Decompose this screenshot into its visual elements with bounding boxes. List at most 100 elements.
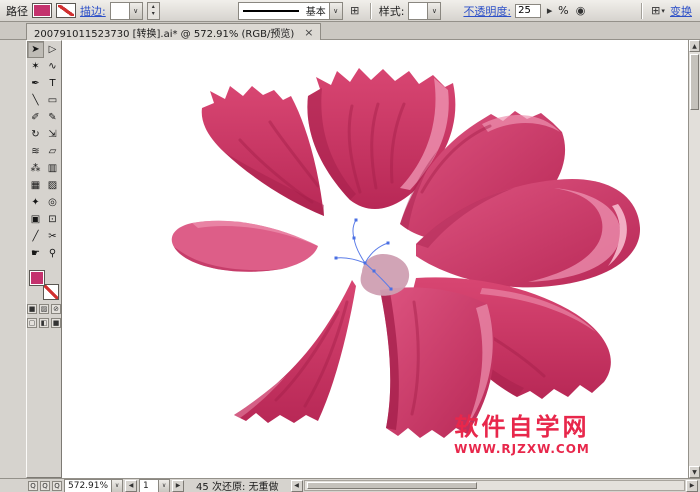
hscroll-track[interactable]	[303, 480, 685, 491]
type-tool[interactable]: T	[44, 75, 61, 92]
scroll-left-icon[interactable]: ◀	[290, 479, 303, 492]
petal-upper-left[interactable]	[201, 86, 324, 216]
status-zoom-button-1[interactable]: Q	[28, 480, 38, 491]
rotate-tool[interactable]: ↻	[27, 126, 44, 143]
brush-options-icon[interactable]: ⊞	[347, 3, 363, 19]
opacity-panel-link[interactable]: 不透明度:	[463, 3, 511, 19]
document-title: 200791011523730 [转换].ai* @ 572.91% (RGB/…	[34, 28, 295, 40]
mesh-tool[interactable]: ▦	[27, 177, 44, 194]
chevron-down-icon[interactable]: ∨	[328, 2, 342, 19]
horizontal-scrollbar[interactable]: ◀ ▶	[290, 479, 698, 492]
scroll-right-icon[interactable]: ▶	[686, 479, 698, 492]
direct-selection-tool[interactable]: ▷	[44, 41, 61, 58]
gradient-tool[interactable]: ▨	[44, 177, 61, 194]
grid-menu-icon: ⊞	[651, 4, 661, 17]
selection-type-label: 路径	[6, 4, 28, 18]
color-button[interactable]: ■	[27, 304, 37, 314]
status-zoom-button-3[interactable]: Q	[52, 480, 62, 491]
flower-artwork	[171, 68, 641, 438]
selection-tool[interactable]: ➤	[27, 41, 44, 58]
petal-bottom-left[interactable]	[234, 280, 356, 423]
watermark-url: WWW.RJZXW.COM	[454, 442, 590, 457]
flower-center[interactable]	[360, 253, 410, 296]
screen-mode-normal-button[interactable]: ▢	[27, 318, 37, 328]
align-panel-button[interactable]: ⊞ ▾	[650, 3, 666, 19]
recolor-artwork-icon[interactable]: ◉	[573, 3, 589, 19]
opacity-stepper-icon[interactable]: ▸	[545, 3, 554, 19]
history-status: 45 次还原: 无重做	[196, 482, 279, 492]
stroke-color-swatch[interactable]	[56, 3, 76, 18]
divider	[369, 2, 372, 19]
hscroll-thumb[interactable]	[306, 482, 478, 489]
close-icon[interactable]: ×	[304, 27, 313, 38]
paintbrush-tool[interactable]: ✐	[27, 109, 44, 126]
transform-panel-link[interactable]: 变换	[670, 3, 692, 19]
stroke-weight-combo[interactable]: ∨	[109, 1, 143, 20]
slice-tool[interactable]: ╱	[27, 228, 44, 245]
live-paint-bucket-tool[interactable]: ▣	[27, 211, 44, 228]
style-label: 样式:	[378, 4, 405, 18]
vertical-scrollbar[interactable]: ▲ ▼	[688, 40, 700, 478]
control-bar: 路径 描边: ∨ ▴ ▾ 基本 ∨ ⊞ 样式: ∨ 不透明度: ▸ % ◉	[0, 0, 700, 22]
toolbar: ➤ ▷ ✶ ∿ ✒ T ╲ ▭ ✐ ✎ ↻ ⇲ ≋ ▱ ⁂ ▥ ▦ ▨ ✦ ◎ ▣ ⊡ ╱ ✂ ☛ ⚲ ■ ▨ ⊘ ▢ ◧ ■	[26, 40, 62, 478]
zoom-level-value: 572.91%	[68, 480, 109, 491]
stepper-up-icon[interactable]: ▴	[148, 3, 159, 10]
none-button[interactable]: ⊘	[51, 304, 61, 314]
percent-label: %	[558, 4, 569, 17]
warp-tool[interactable]: ≋	[27, 143, 44, 160]
style-combo[interactable]: ∨	[408, 1, 442, 20]
screen-mode-buttons: ▢ ◧ ■	[27, 318, 61, 328]
symbol-sprayer-tool[interactable]: ⁂	[27, 160, 44, 177]
screen-mode-full-button[interactable]: ■	[51, 318, 61, 328]
divider	[641, 2, 643, 19]
watermark: 软件自学网 WWW.RJZXW.COM	[450, 413, 594, 457]
pen-tool[interactable]: ✒	[27, 75, 44, 92]
scroll-up-icon[interactable]: ▲	[689, 40, 700, 52]
chevron-down-icon[interactable]: ∨	[111, 479, 123, 492]
scissors-tool[interactable]: ✂	[44, 228, 61, 245]
stroke-swatch[interactable]	[43, 284, 59, 300]
page-combo[interactable]: 1 ∨	[139, 478, 171, 492]
gradient-button[interactable]: ▨	[39, 304, 49, 314]
pencil-tool[interactable]: ✎	[44, 109, 61, 126]
chevron-down-icon[interactable]: ∨	[158, 479, 170, 492]
status-zoom-button-2[interactable]: Q	[40, 480, 50, 491]
opacity-input[interactable]	[515, 3, 542, 18]
previous-page-button[interactable]: ◀	[125, 479, 138, 492]
fill-color-swatch[interactable]	[32, 3, 52, 18]
screen-mode-menu-button[interactable]: ◧	[39, 318, 49, 328]
zoom-level-combo[interactable]: 572.91% ∨	[64, 478, 124, 492]
lasso-tool[interactable]: ∿	[44, 58, 61, 75]
stroke-panel-link[interactable]: 描边:	[80, 3, 106, 19]
paint-style-buttons: ■ ▨ ⊘	[27, 304, 61, 314]
fill-swatch[interactable]	[29, 270, 45, 286]
magic-wand-tool[interactable]: ✶	[27, 58, 44, 75]
next-page-button[interactable]: ▶	[172, 479, 185, 492]
scroll-down-icon[interactable]: ▼	[689, 466, 700, 478]
blend-tool[interactable]: ◎	[44, 194, 61, 211]
free-transform-tool[interactable]: ▱	[44, 143, 61, 160]
brush-definition-value: 基本	[305, 7, 326, 18]
line-segment-tool[interactable]: ╲	[27, 92, 44, 109]
column-graph-tool[interactable]: ▥	[44, 160, 61, 177]
chevron-down-icon[interactable]: ∨	[128, 2, 142, 19]
stepper-down-icon[interactable]: ▾	[148, 10, 159, 17]
illustrator-window: 路径 描边: ∨ ▴ ▾ 基本 ∨ ⊞ 样式: ∨ 不透明度: ▸ % ◉	[0, 0, 700, 492]
watermark-title: 软件自学网	[454, 413, 590, 441]
chevron-down-icon: ▾	[661, 6, 665, 15]
document-tab[interactable]: 200791011523730 [转换].ai* @ 572.91% (RGB/…	[26, 23, 322, 40]
page-value: 1	[143, 480, 149, 491]
hand-tool[interactable]: ☛	[27, 245, 44, 262]
brush-definition-combo[interactable]: 基本 ∨	[237, 1, 343, 20]
canvas[interactable]: 软件自学网 WWW.RJZXW.COM	[62, 40, 688, 478]
fill-stroke-indicator	[29, 270, 59, 300]
petal-left[interactable]	[171, 220, 318, 272]
eyedropper-tool[interactable]: ✦	[27, 194, 44, 211]
scale-tool[interactable]: ⇲	[44, 126, 61, 143]
zoom-tool[interactable]: ⚲	[44, 245, 61, 262]
chevron-down-icon[interactable]: ∨	[427, 2, 441, 19]
stroke-weight-stepper[interactable]: ▴ ▾	[146, 1, 160, 20]
rectangle-tool[interactable]: ▭	[44, 92, 61, 109]
live-paint-selection-tool[interactable]: ⊡	[44, 211, 61, 228]
vscroll-thumb[interactable]	[690, 54, 699, 110]
